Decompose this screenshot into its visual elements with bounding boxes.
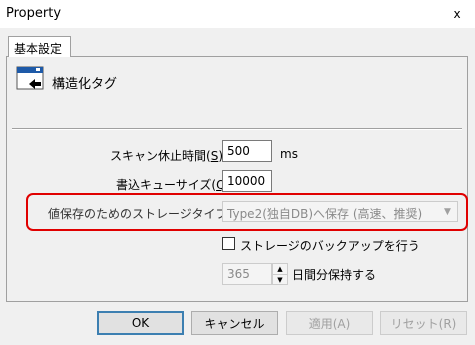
stepper-up-icon[interactable]: ▲ (273, 264, 287, 275)
separator (12, 128, 462, 130)
storage-type-select[interactable]: Type2(独自DB)へ保存 (高速、推奨) ▼ (222, 201, 458, 222)
object-type-label: 構造化タグ (52, 77, 118, 92)
ok-button[interactable]: OK (97, 311, 184, 335)
scan-pause-unit: ms (280, 147, 298, 161)
title-bar: Property x (0, 0, 475, 28)
backup-checkbox[interactable] (222, 237, 235, 250)
retention-days-stepper[interactable]: ▲ ▼ (272, 263, 288, 285)
structured-tag-icon (16, 66, 44, 90)
storage-type-value: Type2(独自DB)へ保存 (高速、推奨) (227, 207, 423, 221)
apply-button[interactable]: 適用(A) (286, 311, 373, 335)
window-title: Property (6, 6, 62, 21)
tab-basic-settings[interactable]: 基本設定 (8, 36, 71, 57)
retention-days-label: 日間分保持する (292, 268, 377, 282)
cancel-button[interactable]: キャンセル (191, 311, 278, 335)
retention-days-input[interactable]: 365 (222, 263, 272, 285)
reset-button[interactable]: リセット(R) (380, 311, 467, 335)
scan-pause-input[interactable]: 500 (222, 140, 272, 162)
scan-pause-label: スキャン休止時間(S)： (110, 149, 235, 163)
backup-checkbox-label[interactable]: ストレージのバックアップを行う (240, 237, 420, 254)
close-button[interactable]: x (439, 0, 475, 28)
chevron-down-icon[interactable]: ▼ (439, 203, 456, 220)
write-queue-input[interactable]: 10000 (222, 170, 272, 192)
stepper-down-icon[interactable]: ▼ (273, 275, 287, 285)
